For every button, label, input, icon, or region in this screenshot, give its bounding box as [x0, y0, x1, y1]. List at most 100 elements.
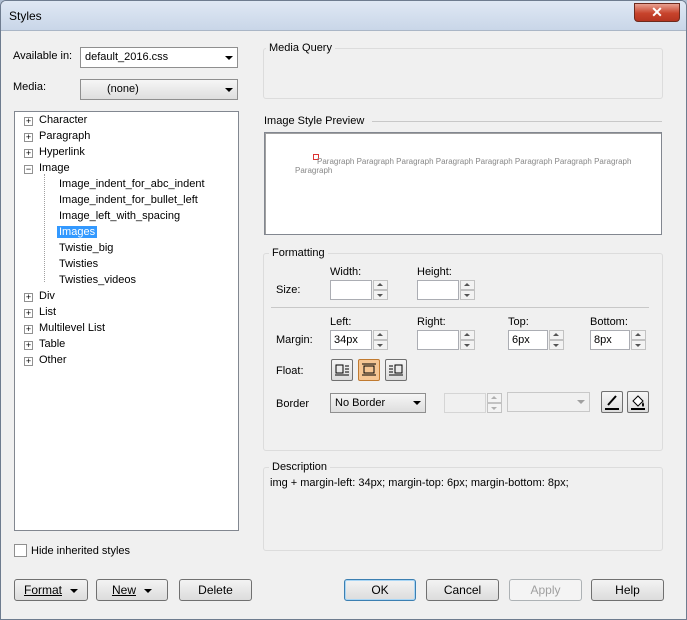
- preview-paragraph-wrap: Paragraph: [295, 166, 333, 175]
- width-stepper[interactable]: [373, 280, 388, 300]
- media-select[interactable]: (none): [80, 79, 238, 100]
- tree-item-image-left-spacing[interactable]: Image_left_with_spacing: [59, 210, 180, 222]
- expand-icon[interactable]: +: [24, 133, 33, 142]
- spin-down-icon[interactable]: [460, 340, 475, 350]
- preview-paragraph-text: Paragraph Paragraph Paragraph Paragraph …: [317, 157, 632, 166]
- available-in-select[interactable]: default_2016.css: [80, 47, 238, 68]
- float-left-button[interactable]: [331, 359, 353, 381]
- border-width-stepper[interactable]: [487, 393, 502, 413]
- tree-item-hyperlink[interactable]: Hyperlink: [39, 146, 85, 158]
- tree-item-other[interactable]: Other: [39, 354, 67, 366]
- close-button[interactable]: ✕: [634, 3, 680, 22]
- tree-item-image-indent-abc[interactable]: Image_indent_for_abc_indent: [59, 178, 205, 190]
- description-text: img + margin-left: 34px; margin-top: 6px…: [270, 477, 569, 489]
- image-style-preview: Paragraph Paragraph Paragraph Paragraph …: [264, 132, 662, 235]
- tree-item-image[interactable]: Image: [39, 162, 70, 174]
- cancel-button[interactable]: Cancel: [426, 579, 499, 601]
- description-title: Description: [269, 461, 331, 473]
- margin-top-label: Top:: [508, 316, 529, 328]
- border-style-select[interactable]: [507, 392, 590, 412]
- border-color-button[interactable]: [601, 391, 623, 413]
- media-label: Media:: [13, 81, 47, 93]
- expand-icon[interactable]: +: [24, 117, 33, 126]
- float-none-icon: [362, 363, 376, 376]
- new-button[interactable]: New: [96, 579, 168, 601]
- tree-item-images[interactable]: Images: [57, 226, 98, 238]
- delete-button-label: Delete: [198, 583, 233, 597]
- margin-top-input[interactable]: 6px: [508, 330, 548, 350]
- float-label: Float:: [276, 365, 304, 377]
- float-none-button[interactable]: [358, 359, 380, 381]
- border-label: Border: [276, 398, 310, 410]
- margin-right-stepper[interactable]: [460, 330, 475, 350]
- margin-left-stepper[interactable]: [373, 330, 388, 350]
- expand-icon[interactable]: +: [24, 293, 33, 302]
- tree-item-multilevel-list[interactable]: Multilevel List: [39, 322, 105, 334]
- spin-down-icon[interactable]: [549, 340, 564, 350]
- tree-item-table[interactable]: Table: [39, 338, 65, 350]
- margin-top-stepper[interactable]: [549, 330, 564, 350]
- border-select[interactable]: No Border: [330, 393, 426, 413]
- tree-item-div[interactable]: Div: [39, 290, 55, 302]
- margin-bottom-input[interactable]: 8px: [590, 330, 630, 350]
- spin-down-icon[interactable]: [373, 340, 388, 350]
- expand-icon[interactable]: +: [24, 357, 33, 366]
- tree-item-twisties[interactable]: Twisties: [59, 258, 98, 270]
- margin-right-input[interactable]: [417, 330, 459, 350]
- hide-inherited-label: Hide inherited styles: [31, 545, 131, 557]
- hide-inherited-checkbox[interactable]: [14, 544, 27, 557]
- width-label: Width:: [330, 266, 362, 278]
- float-right-button[interactable]: [385, 359, 407, 381]
- expand-icon[interactable]: +: [24, 341, 33, 350]
- spin-down-icon[interactable]: [487, 403, 502, 413]
- delete-button[interactable]: Delete: [179, 579, 252, 601]
- margin-left-input[interactable]: 34px: [330, 330, 372, 350]
- new-button-label: New: [111, 583, 136, 597]
- spin-up-icon[interactable]: [549, 330, 564, 340]
- expand-icon[interactable]: +: [24, 149, 33, 158]
- spin-down-icon[interactable]: [460, 290, 475, 300]
- tree-item-twisties-videos[interactable]: Twisties_videos: [59, 274, 136, 286]
- spin-up-icon[interactable]: [373, 280, 388, 290]
- margin-bottom-value: 8px: [594, 334, 612, 346]
- expand-icon[interactable]: +: [24, 309, 33, 318]
- margin-bottom-stepper[interactable]: [631, 330, 646, 350]
- style-tree[interactable]: + Character + Paragraph + Hyperlink − Im…: [14, 111, 239, 531]
- collapse-icon[interactable]: −: [24, 165, 33, 174]
- spin-down-icon[interactable]: [631, 340, 646, 350]
- ok-button[interactable]: OK: [344, 579, 416, 601]
- media-value: (none): [107, 83, 139, 95]
- fill-color-button[interactable]: [627, 391, 649, 413]
- spin-up-icon[interactable]: [373, 330, 388, 340]
- tree-item-character[interactable]: Character: [39, 114, 87, 126]
- media-query-title: Media Query: [266, 42, 335, 54]
- margin-label: Margin:: [276, 334, 313, 346]
- preview-divider: [372, 121, 662, 122]
- margin-left-value: 34px: [334, 334, 358, 346]
- spin-up-icon[interactable]: [460, 280, 475, 290]
- help-button[interactable]: Help: [591, 579, 664, 601]
- media-query-group: [263, 48, 663, 99]
- tree-item-image-indent-bullet[interactable]: Image_indent_for_bullet_left: [59, 194, 198, 206]
- apply-button[interactable]: Apply: [509, 579, 582, 601]
- chevron-down-icon: [225, 87, 233, 92]
- border-value: No Border: [335, 397, 386, 409]
- height-label: Height:: [417, 266, 452, 278]
- border-width-input[interactable]: [444, 393, 486, 413]
- tree-item-list[interactable]: List: [39, 306, 56, 318]
- title-bar: Styles ✕: [1, 1, 686, 31]
- spin-down-icon[interactable]: [373, 290, 388, 300]
- available-in-value: default_2016.css: [85, 51, 169, 63]
- chevron-down-icon: [144, 588, 152, 593]
- expand-icon[interactable]: +: [24, 325, 33, 334]
- spin-up-icon[interactable]: [487, 393, 502, 403]
- tree-item-paragraph[interactable]: Paragraph: [39, 130, 90, 142]
- format-button[interactable]: Format: [14, 579, 88, 601]
- height-stepper[interactable]: [460, 280, 475, 300]
- width-input[interactable]: [330, 280, 372, 300]
- height-input[interactable]: [417, 280, 459, 300]
- spin-up-icon[interactable]: [460, 330, 475, 340]
- tree-item-twistie-big[interactable]: Twistie_big: [59, 242, 113, 254]
- help-button-label: Help: [615, 583, 640, 597]
- spin-up-icon[interactable]: [631, 330, 646, 340]
